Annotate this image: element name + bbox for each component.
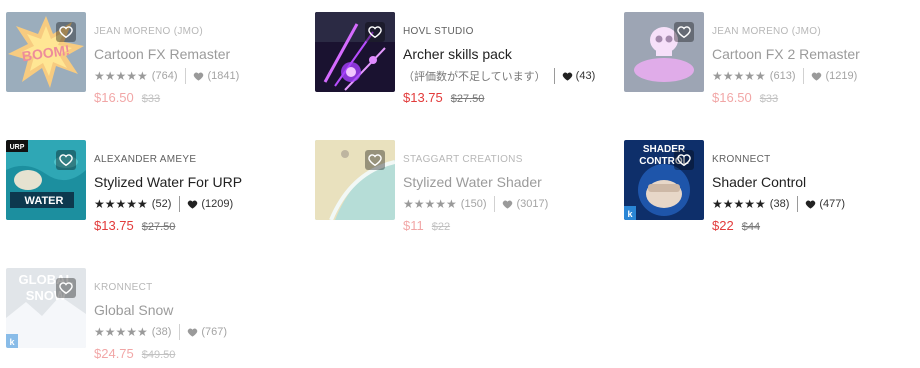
favorite-toggle-button[interactable] (674, 150, 694, 170)
favorites-count-group: (477) (805, 198, 845, 210)
sale-price: $11 (403, 218, 424, 233)
favorites-count-group: (43) (562, 70, 596, 82)
rating-count: (38) (769, 198, 790, 210)
sale-price: $16.50 (94, 90, 134, 105)
original-price: $33 (141, 93, 161, 105)
heart-icon (562, 72, 572, 81)
rating-stars-icon: ★★★★★ (94, 325, 148, 339)
heart-outline-icon (59, 282, 73, 295)
publisher-link[interactable]: KRONNECT (94, 282, 153, 293)
heart-icon (188, 200, 198, 209)
rating-count: (764) (151, 70, 178, 82)
favorites-count: (1219) (825, 70, 858, 82)
product-title[interactable]: Stylized Water Shader (403, 174, 542, 190)
publisher-link[interactable]: JEAN MORENO (JMO) (712, 26, 821, 37)
rating-insufficient-note: （評価数が不足しています） (403, 71, 546, 83)
product-card[interactable]: JEAN MORENO (JMO) Cartoon FX 2 Remaster … (624, 12, 920, 112)
favorite-toggle-button[interactable] (365, 150, 385, 170)
original-price: $44 (741, 221, 761, 233)
divider (185, 68, 187, 84)
heart-icon (806, 200, 816, 209)
rating-stars-icon: ★★★★★ (712, 197, 766, 211)
favorites-count: (3017) (516, 198, 549, 210)
product-card[interactable]: GLOBAL SNOW k KRONNECT Global Snow ★★★★★… (6, 268, 306, 368)
product-card[interactable]: BOOM! JEAN MORENO (JMO) Cartoon FX Remas… (6, 12, 306, 112)
product-card[interactable]: HOVL STUDIO Archer skills pack （評価数が不足して… (315, 12, 615, 112)
publisher-link[interactable]: ALEXANDER AMEYE (94, 154, 196, 165)
heart-outline-icon (368, 154, 382, 167)
product-title[interactable]: Cartoon FX 2 Remaster (712, 46, 860, 62)
original-price: $27.50 (450, 93, 485, 105)
favorites-count: (477) (819, 198, 846, 210)
rating-count: (52) (151, 198, 172, 210)
rating-count: (38) (151, 326, 172, 338)
product-title[interactable]: Cartoon FX Remaster (94, 46, 230, 62)
svg-text:URP: URP (10, 144, 25, 151)
favorite-toggle-button[interactable] (674, 22, 694, 42)
rating-stars-icon: ★★★★★ (94, 69, 148, 83)
favorites-count: (1841) (207, 70, 240, 82)
publisher-link[interactable]: JEAN MORENO (JMO) (94, 26, 203, 37)
sale-price: $16.50 (712, 90, 752, 105)
sale-price: $22 (712, 218, 734, 233)
rating-stars-icon: ★★★★★ (712, 69, 766, 83)
product-title[interactable]: Stylized Water For URP (94, 174, 242, 190)
publisher-link[interactable]: KRONNECT (712, 154, 771, 165)
favorite-toggle-button[interactable] (56, 150, 76, 170)
favorite-toggle-button[interactable] (365, 22, 385, 42)
heart-icon (194, 72, 204, 81)
product-card[interactable]: STAGGART CREATIONS Stylized Water Shader… (315, 140, 615, 240)
product-title[interactable]: Global Snow (94, 302, 173, 318)
divider (494, 196, 496, 212)
heart-icon (503, 200, 513, 209)
rating-stars-icon: ★★★★★ (403, 197, 457, 211)
original-price: $22 (431, 221, 451, 233)
favorites-count-group: (3017) (502, 198, 548, 210)
heart-outline-icon (368, 26, 382, 39)
product-card[interactable]: SHADER CONTROL k KRONNECT Shader Control… (624, 140, 920, 240)
divider (553, 68, 555, 84)
favorites-count-group: (1209) (187, 198, 233, 210)
favorites-count: (43) (575, 70, 596, 82)
heart-icon (188, 328, 198, 337)
rating-stars-icon: ★★★★★ (94, 197, 148, 211)
divider (179, 196, 181, 212)
divider (797, 196, 799, 212)
original-price: $33 (759, 93, 779, 105)
svg-text:WATER: WATER (25, 195, 64, 207)
product-title[interactable]: Shader Control (712, 174, 806, 190)
favorites-count-group: (1841) (193, 70, 239, 82)
heart-icon (812, 72, 822, 81)
product-title[interactable]: Archer skills pack (403, 46, 512, 62)
publisher-link[interactable]: STAGGART CREATIONS (403, 154, 523, 165)
favorites-count: (767) (201, 326, 228, 338)
divider (803, 68, 805, 84)
product-card[interactable]: URP WATER ALEXANDER AMEYE Stylized Water… (6, 140, 306, 240)
original-price: $27.50 (141, 221, 176, 233)
favorites-count: (1209) (201, 198, 234, 210)
original-price: $49.50 (141, 349, 176, 361)
heart-outline-icon (677, 26, 691, 39)
divider (179, 324, 181, 340)
rating-count: (150) (460, 198, 487, 210)
heart-outline-icon (59, 154, 73, 167)
favorite-toggle-button[interactable] (56, 22, 76, 42)
sale-price: $13.75 (403, 90, 443, 105)
sale-price: $24.75 (94, 346, 134, 361)
favorites-count-group: (1219) (811, 70, 857, 82)
rating-count: (613) (769, 70, 796, 82)
favorite-toggle-button[interactable] (56, 278, 76, 298)
heart-outline-icon (59, 26, 73, 39)
sale-price: $13.75 (94, 218, 134, 233)
publisher-link[interactable]: HOVL STUDIO (403, 26, 474, 37)
heart-outline-icon (677, 154, 691, 167)
favorites-count-group: (767) (187, 326, 227, 338)
